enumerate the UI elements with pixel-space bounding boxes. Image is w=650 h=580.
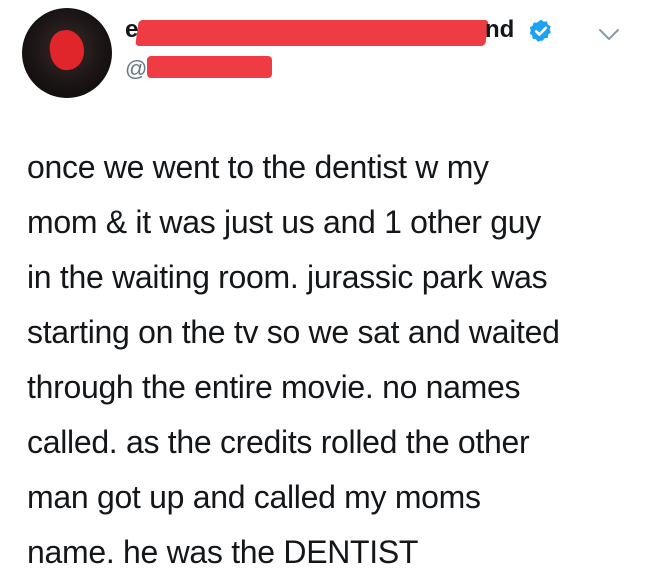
- user-handle[interactable]: @: [125, 52, 425, 82]
- handle-redaction: [147, 56, 272, 78]
- tweet-card: e nd @ once we went to the dentist w my …: [0, 0, 650, 570]
- tweet-text-line: called. as the credits rolled the other: [27, 424, 530, 460]
- avatar-redaction: [47, 27, 87, 73]
- tweet-text-line: through the entire movie. no names: [27, 369, 521, 405]
- tweet-header: e nd @: [0, 0, 650, 110]
- display-name[interactable]: e nd: [125, 16, 565, 50]
- tweet-text: once we went to the dentist w my mom & i…: [27, 140, 632, 580]
- name-redaction: [135, 20, 489, 46]
- display-name-end: nd: [485, 16, 515, 43]
- tweet-text-line: starting on the tv so we sat and waited: [27, 314, 560, 350]
- avatar[interactable]: [22, 8, 112, 98]
- verified-badge-icon: [529, 19, 551, 42]
- tweet-text-line: mom & it was just us and 1 other guy: [27, 204, 541, 240]
- tweet-text-line: name. he was the DENTIST: [27, 534, 419, 570]
- tweet-text-line: man got up and called my moms: [27, 479, 481, 515]
- tweet-text-line: in the waiting room. jurassic park was: [27, 259, 548, 295]
- chevron-down-icon[interactable]: [596, 24, 622, 46]
- tweet-text-line: once we went to the dentist w my: [27, 149, 489, 185]
- handle-at-sign: @: [125, 56, 148, 81]
